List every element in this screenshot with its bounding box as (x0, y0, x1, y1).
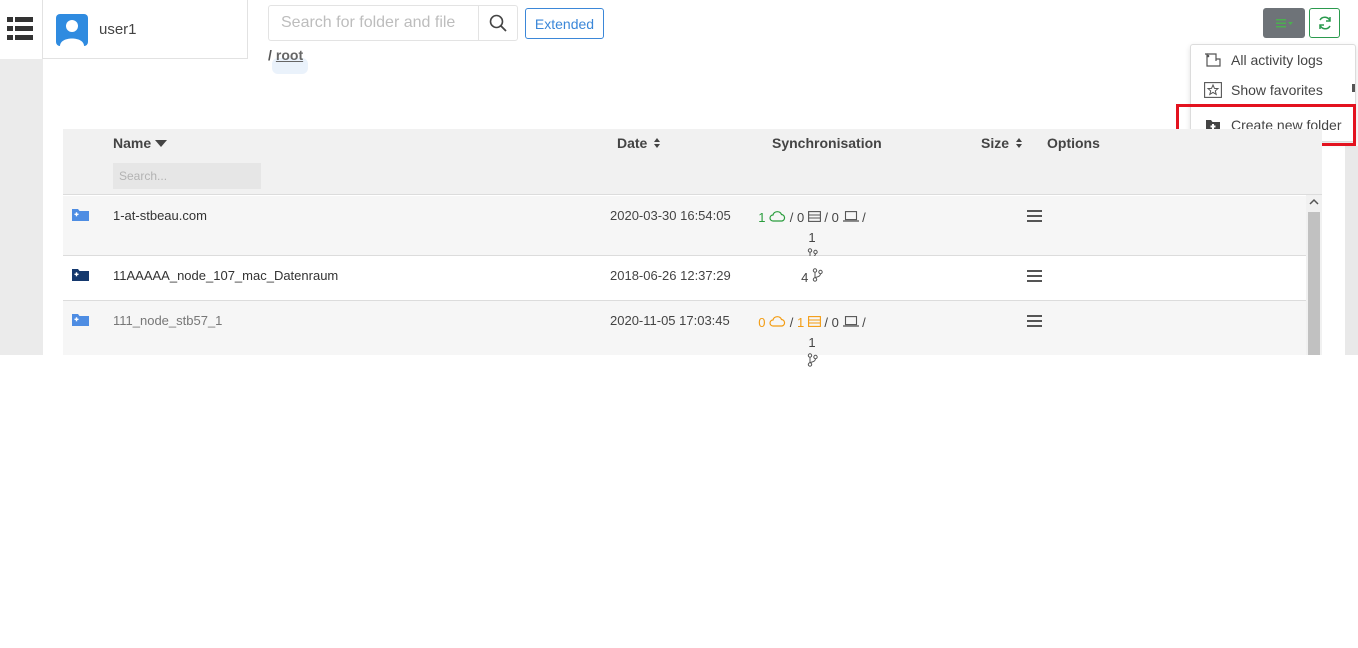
actions-menu-button[interactable] (1263, 8, 1305, 38)
sync-branch-count: 4 (801, 270, 809, 285)
row-sync-status: 0 / 1 / 0 / 1 (753, 313, 871, 373)
column-header-size[interactable]: Size (981, 135, 1024, 151)
row-date: 2020-03-30 16:54:05 (610, 208, 731, 223)
menu-item-all-activity-logs[interactable]: All activity logs (1203, 51, 1323, 69)
folder-icon (72, 269, 89, 281)
refresh-button[interactable] (1309, 8, 1340, 38)
search-box (268, 5, 518, 41)
cloud-icon (769, 316, 786, 327)
column-label: Size (981, 135, 1010, 151)
laptop-icon (842, 316, 859, 327)
sync-server-count: 1 (796, 315, 805, 330)
row-name[interactable]: 11AAAAA_node_107_mac_Datenraum (113, 268, 338, 283)
menu-item-show-favorites[interactable]: Show favorites (1203, 81, 1323, 99)
extended-search-button[interactable]: Extended (525, 8, 604, 39)
sync-cloud-count: 1 (758, 210, 766, 225)
scroll-up-arrow-icon[interactable] (1309, 198, 1319, 206)
refresh-icon (1318, 16, 1331, 30)
server-icon (807, 211, 821, 222)
column-label: Name (113, 135, 152, 151)
menu-item-label: All activity logs (1231, 52, 1323, 68)
column-header-name[interactable]: Name (113, 135, 168, 151)
sort-desc-icon (155, 140, 168, 147)
name-filter-input[interactable] (113, 163, 261, 189)
laptop-icon (842, 211, 859, 222)
folder-icon (72, 314, 89, 326)
row-options-menu-icon[interactable] (1027, 210, 1042, 223)
branch-icon (812, 268, 823, 282)
column-label: Options (1047, 135, 1100, 151)
table-row[interactable]: 1-at-stbeau.com 2020-03-30 16:54:05 1 / … (63, 196, 1306, 262)
list-caret-icon (1276, 19, 1293, 28)
sort-icon (654, 138, 661, 148)
row-options-menu-icon[interactable] (1027, 270, 1042, 283)
cloud-icon (769, 211, 786, 222)
caret-marker (1352, 84, 1355, 92)
sync-branch-count: 1 (808, 230, 816, 245)
star-icon (1203, 81, 1223, 99)
grid-menu-icon[interactable] (7, 16, 33, 41)
branch-icon (807, 353, 818, 367)
menu-item-label: Show favorites (1231, 82, 1323, 98)
column-label: Date (617, 135, 648, 151)
row-name[interactable]: 1-at-stbeau.com (113, 208, 207, 223)
scrollbar-thumb[interactable] (1308, 212, 1320, 355)
sort-icon (1016, 138, 1023, 148)
row-date: 2020-11-05 17:03:45 (610, 313, 730, 328)
row-options-menu-icon[interactable] (1027, 315, 1042, 328)
breadcrumb: / root (268, 47, 303, 63)
table-header: Name Date Synchronisation Size Options (63, 129, 1322, 195)
sync-cloud-count: 0 (758, 315, 766, 330)
username: user1 (99, 21, 137, 38)
row-date: 2018-06-26 12:37:29 (610, 268, 731, 283)
activity-log-icon (1203, 51, 1223, 69)
table-row[interactable]: 111_node_stb57_1 2020-11-05 17:03:45 0 /… (63, 301, 1306, 367)
column-header-synchronisation: Synchronisation (772, 135, 882, 151)
row-name[interactable]: 111_node_stb57_1 (113, 313, 222, 328)
column-header-date[interactable]: Date (617, 135, 662, 151)
search-button[interactable] (478, 6, 517, 40)
search-icon (489, 14, 507, 32)
avatar-icon (56, 14, 88, 46)
table-scrollbar[interactable] (1306, 195, 1322, 355)
table-row[interactable]: 11AAAAA_node_107_mac_Datenraum 2018-06-2… (63, 256, 1306, 301)
column-label: Synchronisation (772, 135, 882, 151)
search-input[interactable] (269, 6, 478, 40)
right-edge-strip (1345, 146, 1358, 355)
breadcrumb-separator: / (268, 47, 272, 63)
sync-branch-count: 1 (808, 335, 816, 350)
user-panel[interactable]: user1 (42, 0, 248, 59)
folder-icon (72, 209, 89, 221)
sync-laptop-count: 0 (831, 210, 839, 225)
left-sidebar-strip (0, 59, 43, 355)
row-sync-status: 4 (753, 268, 871, 288)
sync-server-count: 0 (796, 210, 805, 225)
server-icon (807, 316, 821, 327)
sync-laptop-count: 0 (831, 315, 839, 330)
column-header-options: Options (1047, 135, 1100, 151)
breadcrumb-root-link[interactable]: root (276, 47, 303, 63)
